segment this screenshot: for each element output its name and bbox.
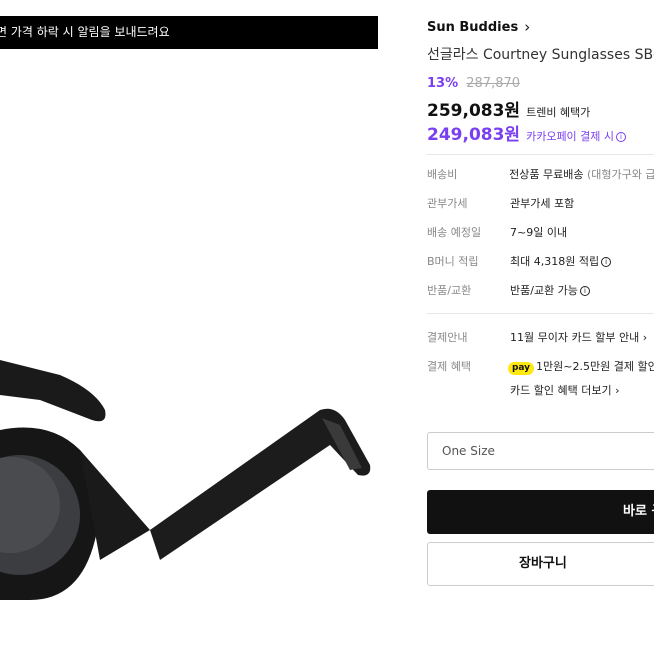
payment-guide-key: 결제안내 [427,331,468,344]
original-price: 287,870 [466,76,521,91]
payment-benefit-key: 결제 혜택 [427,360,471,373]
info-icon[interactable]: i [616,132,627,142]
price-row: 259,083원 트렌비 혜택가 [427,96,590,121]
sunglasses-image [0,360,371,600]
divider [427,154,654,155]
info-value: 전상품 무료배송 [509,168,584,181]
info-value: 관부가세 포함 [510,197,575,210]
payment-benefit-row: 결제 혜택 pay 1만원~2.5만원 결제 할인 [427,358,654,375]
kakaopay-note-text: 카카오페이 결제 시 [526,130,615,143]
info-row-return: 반품/교환 반품/교환 가능 i [427,282,654,298]
info-icon[interactable]: i [601,257,612,267]
kakaopay-badge: pay [507,362,535,375]
info-row-delivery-date: 배송 예정일 7~9일 이내 [427,224,654,240]
info-value: 7~9일 이내 [510,226,568,239]
payment-benefit-value: 1만원~2.5만원 결제 할인 [536,360,654,373]
sale-price: 259,083원 [427,101,521,121]
kakaopay-note[interactable]: 카카오페이 결제 시i [526,128,627,144]
product-info-panel: Sun Buddies › 선글라스 Courtney Sunglasses S… [427,0,654,654]
price-alert-text: 면 가격 하락 시 알림을 보내드려요 [0,25,170,39]
option-select-value: One Size [442,444,495,458]
add-to-cart-button[interactable]: 장바구니 [427,542,654,586]
info-key: 배송 예정일 [427,226,482,239]
discount-row: 13% 287,870 [427,76,520,91]
info-key: 관부가세 [427,197,468,210]
info-key: 반품/교환 [427,284,472,297]
info-row-duty: 관부가세 관부가세 포함 [427,195,654,211]
payment-guide-row[interactable]: 결제안내 11월 무이자 카드 할부 안내 › [427,329,654,345]
chevron-right-icon: › [615,384,620,397]
buy-now-label: 바로 구 [623,504,654,519]
info-icon[interactable]: i [579,286,590,296]
kakaopay-price-row: 249,083원 카카오페이 결제 시i [427,120,627,145]
brand-name: Sun Buddies [427,19,519,35]
price-alert-banner[interactable]: 면 가격 하락 시 알림을 보내드려요 [0,16,378,49]
info-value: 최대 4,318원 적립 [510,255,600,268]
divider [427,313,654,314]
option-select[interactable]: One Size [427,432,654,470]
add-to-cart-label: 장바구니 [519,556,567,571]
payment-guide-value: 11월 무이자 카드 할부 안내 [510,331,640,344]
card-benefit-more-text: 카드 할인 혜택 더보기 [510,384,612,397]
info-row-points: B머니 적립 최대 4,318원 적립 i [427,253,654,269]
info-row-shipping: 배송비 전상품 무료배송 (대형가구와 급 [427,166,654,182]
brand-link[interactable]: Sun Buddies › [427,18,530,36]
info-key: 배송비 [427,168,458,181]
discount-rate: 13% [427,76,459,91]
chevron-right-icon: › [642,331,648,344]
info-extra: (대형가구와 급 [586,168,654,181]
info-value: 반품/교환 가능 [510,284,578,297]
price-note: 트렌비 혜택가 [526,106,591,119]
card-benefit-more-link[interactable]: 카드 할인 혜택 더보기 › [427,382,654,398]
product-title: 선글라스 Courtney Sunglasses SB-CR [427,47,654,63]
chevron-right-icon: › [524,18,531,36]
kakaopay-price: 249,083원 [427,125,521,145]
product-image-area: 면 가격 하락 시 알림을 보내드려요 [0,0,400,654]
buy-now-button[interactable]: 바로 구 [427,490,654,534]
info-key: B머니 적립 [427,255,479,268]
